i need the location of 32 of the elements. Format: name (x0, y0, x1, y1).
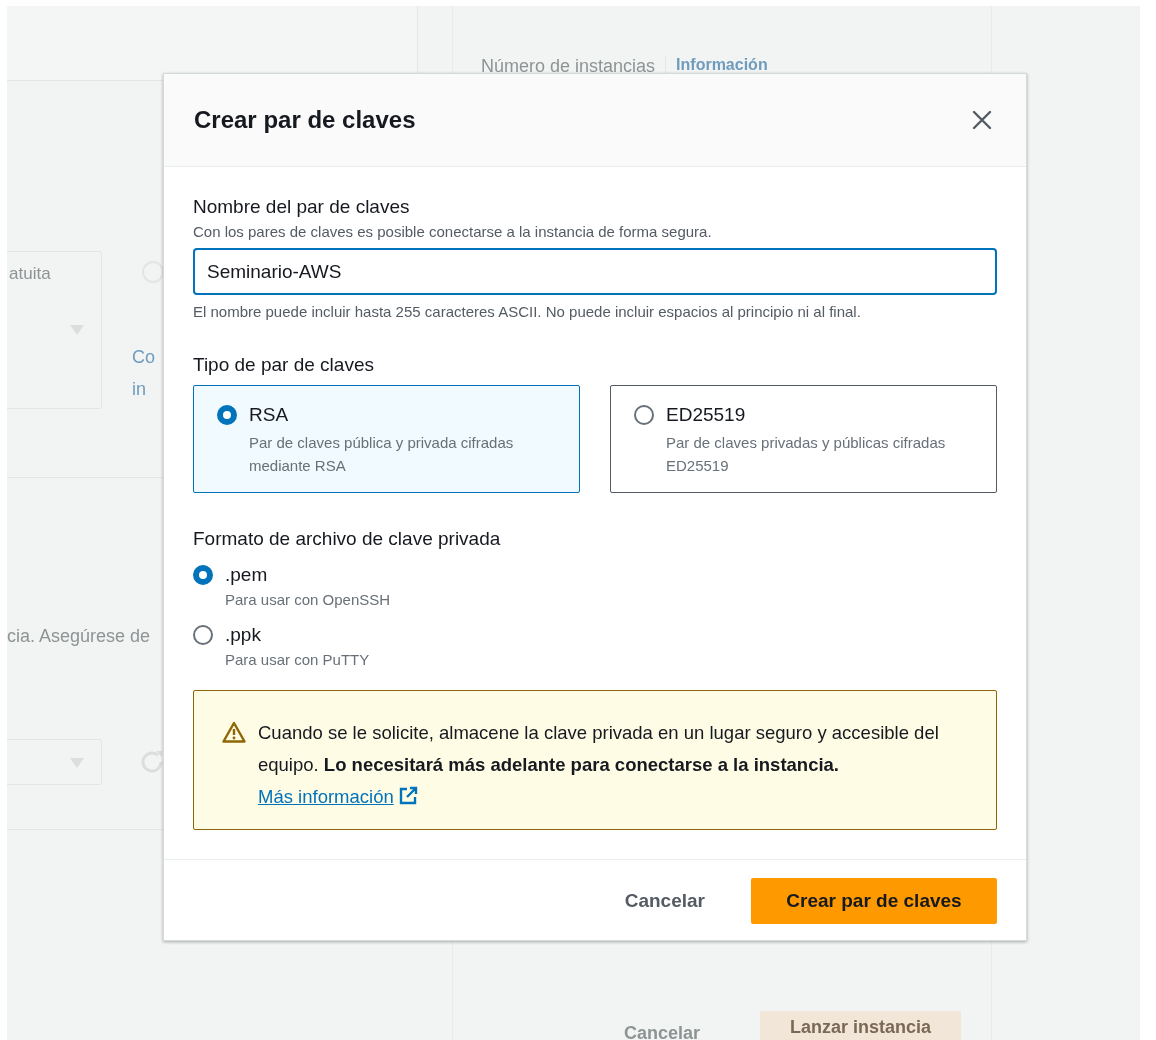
input-field[interactable]: Seminario-AWS (193, 248, 997, 295)
launch-button[interactable]: Lanzar instancia (759, 1011, 961, 1040)
field-label: Formato de archivo de clave privada (193, 527, 502, 551)
option-tile[interactable]: ED25519 Par de claves privadas y públicas cifradas ED25519 (610, 385, 997, 493)
option-label: ED25519 (666, 404, 747, 426)
radio-button[interactable] (217, 405, 237, 425)
external-link-icon (397, 786, 418, 806)
radio-button[interactable] (634, 405, 654, 425)
option-label: .ppk (225, 624, 262, 646)
note-text: cia. Asegúrese de (7, 626, 151, 647)
field-description: Con los pares de claves es posible conectarse a la instancia de forma segura. (193, 223, 713, 240)
field-label: Tipo de par de claves (193, 353, 375, 377)
dialog-title: Crear par de claves (194, 106, 416, 134)
warning-icon (222, 721, 246, 743)
link-text: in (132, 378, 147, 401)
option-description: Par de claves privadas y públicas cifradas ED25519 (666, 433, 947, 476)
option-label: .pem (225, 564, 269, 586)
dropdown-value: atuita (8, 263, 52, 284)
option-description: Para usar con OpenSSH (225, 590, 391, 610)
create-button[interactable]: Crear par de claves (751, 878, 997, 924)
alert-message: Cuando se le solicite, almacene la clave privada en un lugar seguro y accesible del equipo. Lo necesitará más adelante para conectarse a la instancia. Más información (258, 721, 940, 809)
cancel-button[interactable]: Cancelar (618, 889, 711, 913)
option-label: RSA (249, 404, 290, 426)
option-description: Para usar con PuTTY (225, 650, 370, 670)
radio-button[interactable] (193, 625, 213, 645)
option-description: Par de claves pública y privada cifradas mediante RSA (249, 433, 515, 476)
more-info-link[interactable]: Más información (258, 786, 418, 807)
option-tile[interactable]: RSA Par de claves pública y privada cifradas mediante RSA (193, 385, 580, 493)
field-hint: El nombre puede incluir hasta 255 caracteres ASCII. No puede incluir espacios al principio ni al final. (193, 303, 862, 320)
field-label: Nombre del par de claves (193, 195, 411, 219)
link-text: Co (132, 346, 156, 369)
radio-button[interactable] (193, 565, 213, 585)
